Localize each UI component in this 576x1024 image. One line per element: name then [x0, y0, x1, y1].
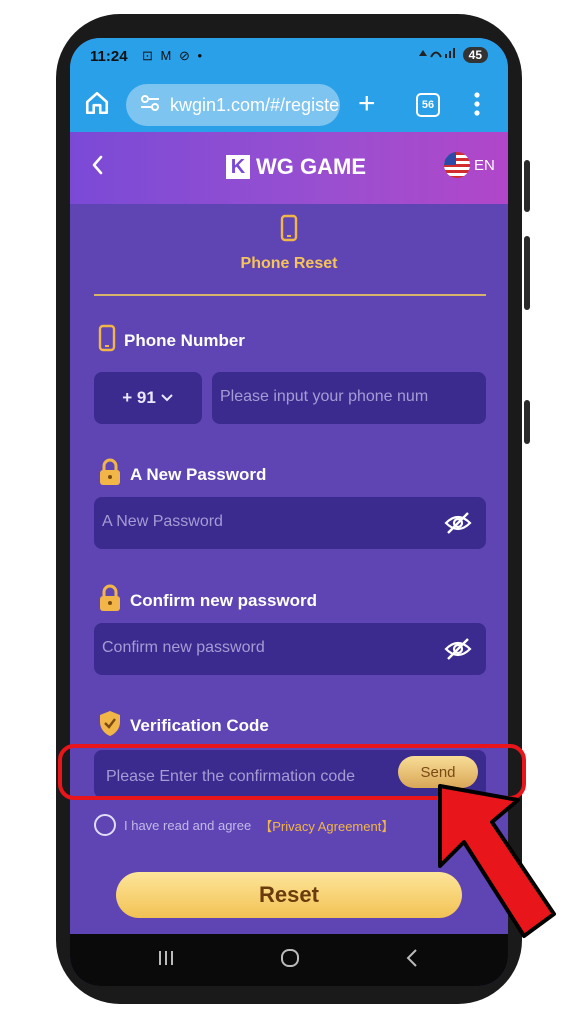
recent-apps-icon[interactable] — [156, 946, 176, 975]
phone-number-label-text: Phone Number — [124, 330, 245, 350]
nav-back-icon[interactable] — [404, 946, 420, 975]
privacy-agreement: I have read and agree 【Privacy Agreement… — [94, 814, 394, 836]
phone-side-button — [524, 400, 530, 444]
chevron-down-icon — [160, 388, 174, 408]
more-menu-icon[interactable] — [472, 90, 482, 123]
confirm-password-label-text: Confirm new password — [130, 590, 318, 610]
country-code-select[interactable]: + 91 — [94, 372, 202, 424]
app-header: K WG GAME EN — [70, 132, 508, 204]
new-password-input[interactable]: A New Password — [94, 497, 486, 549]
verification-code-label: Verification Code — [98, 709, 269, 742]
agree-checkbox[interactable] — [94, 814, 116, 836]
status-right: 45 — [417, 46, 488, 63]
url-text: kwgin1.com/#/registe — [170, 94, 340, 115]
lock-icon — [98, 584, 122, 617]
confirm-password-input[interactable]: Confirm new password — [94, 623, 486, 675]
notification-icons: ⊡ M ⊘ • — [142, 48, 205, 63]
phone-icon — [70, 214, 508, 247]
red-arrow-annotation — [420, 780, 570, 960]
us-flag-icon — [444, 152, 470, 178]
reset-button[interactable]: Reset — [116, 872, 462, 918]
language-label: EN — [474, 156, 495, 174]
home-icon[interactable] — [84, 90, 112, 118]
site-settings-icon[interactable] — [140, 94, 160, 117]
eye-off-icon[interactable] — [444, 511, 472, 540]
back-icon[interactable] — [90, 154, 104, 181]
phone-number-label: Phone Number — [98, 324, 245, 357]
home-circle-icon[interactable] — [278, 946, 302, 975]
status-bar: 11:24 ⊡ M ⊘ • 45 — [70, 38, 508, 78]
new-tab-icon[interactable]: + — [358, 86, 376, 122]
url-bar[interactable]: kwgin1.com/#/registe — [126, 84, 340, 126]
tab-label: Phone Reset — [240, 255, 338, 272]
shield-check-icon — [98, 709, 122, 742]
phone-number-placeholder: Please input your phone num — [220, 388, 429, 405]
tab-count-button[interactable]: 56 — [416, 93, 440, 117]
new-password-label: A New Password — [98, 458, 266, 491]
privacy-agreement-link[interactable]: 【Privacy Agreement】 — [259, 816, 394, 835]
battery-icon: 45 — [462, 46, 488, 63]
brand-name: WG GAME — [256, 154, 366, 179]
confirm-password-placeholder: Confirm new password — [102, 639, 265, 656]
brand-mark: K — [226, 155, 250, 179]
brand-logo: K WG GAME — [226, 154, 366, 180]
language-selector[interactable]: EN — [444, 152, 495, 178]
status-time: 11:24 — [90, 48, 128, 65]
phone-number-input[interactable]: Please input your phone num — [212, 372, 486, 424]
phone-side-button — [524, 160, 530, 212]
country-code-value: + 91 — [122, 388, 156, 407]
phone-side-button — [524, 236, 530, 310]
signal-icon — [417, 46, 457, 63]
new-password-placeholder: A New Password — [102, 513, 223, 530]
new-password-label-text: A New Password — [130, 464, 267, 484]
tab-underline — [94, 294, 486, 296]
phone-icon — [98, 324, 116, 357]
verification-code-label-text: Verification Code — [130, 715, 269, 735]
tab-phone-reset[interactable]: Phone Reset — [70, 214, 508, 273]
agree-text: I have read and agree — [124, 817, 252, 833]
lock-icon — [98, 458, 122, 491]
eye-off-icon[interactable] — [444, 637, 472, 666]
confirm-password-label: Confirm new password — [98, 584, 317, 617]
browser-toolbar: kwgin1.com/#/registe + 56 — [70, 78, 508, 132]
